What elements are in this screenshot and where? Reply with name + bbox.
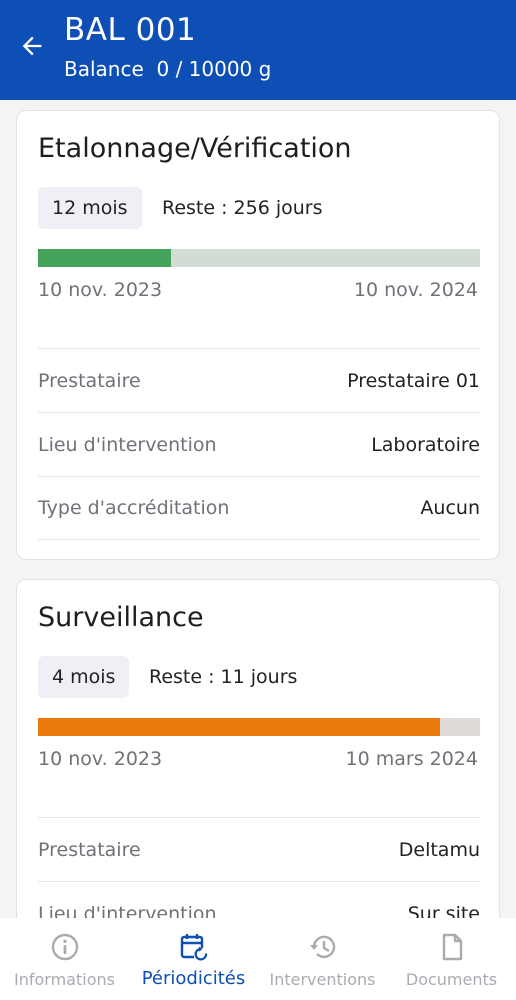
tab-label: Documents	[405, 970, 498, 989]
arrow-left-icon	[22, 36, 42, 56]
row-value: Sur site	[407, 902, 480, 919]
calibration-card: Etalonnage/Vérification 12 mois Reste : …	[16, 110, 500, 560]
document-icon	[442, 933, 462, 961]
calendar-refresh-icon	[180, 934, 209, 962]
row-value: Deltamu	[398, 838, 480, 861]
row-label: Prestataire	[38, 838, 141, 861]
period-chip: 4 mois	[38, 656, 130, 698]
tab-label: Informations	[14, 970, 115, 989]
surveillance-card: Surveillance 4 mois Reste : 11 jours 10 …	[16, 579, 500, 918]
period-chip: 12 mois	[38, 187, 142, 229]
progress-bar	[38, 718, 480, 736]
location-row: Lieu d'intervention Sur site	[38, 881, 480, 918]
card-title: Etalonnage/Vérification	[38, 133, 352, 164]
tab-label: Interventions	[269, 970, 376, 989]
bottom-navigation: Informations Périodicités Interventions …	[0, 918, 516, 1000]
row-label: Prestataire	[38, 369, 141, 392]
location-row: Lieu d'intervention Laboratoire	[38, 412, 480, 476]
tab-interventions[interactable]: Interventions	[258, 918, 387, 1000]
card-title: Surveillance	[38, 602, 204, 633]
history-icon	[309, 935, 335, 959]
accreditation-row: Type d'accréditation Aucun	[38, 476, 480, 540]
start-date: 10 nov. 2023	[38, 279, 163, 301]
provider-row: Prestataire Deltamu	[38, 817, 480, 881]
tab-informations[interactable]: Informations	[0, 918, 129, 1000]
row-value: Laboratoire	[371, 433, 480, 456]
row-label: Lieu d'intervention	[38, 902, 217, 919]
row-value: Aucun	[420, 497, 480, 519]
page-title: BAL 001	[64, 12, 197, 48]
end-date: 10 nov. 2024	[353, 279, 478, 301]
start-date: 10 nov. 2023	[38, 748, 163, 770]
progress-fill	[38, 249, 171, 267]
progress-fill	[38, 718, 441, 736]
page-subtitle: Balance 0 / 10000 g	[64, 57, 272, 81]
tab-periodicites[interactable]: Périodicités	[129, 918, 258, 1000]
remaining-text: Reste : 256 jours	[162, 197, 323, 219]
tab-label: Périodicités	[141, 968, 246, 989]
back-button[interactable]	[14, 28, 50, 64]
app-bar: BAL 001 Balance 0 / 10000 g	[0, 0, 516, 100]
row-label: Type d'accréditation	[38, 497, 230, 519]
end-date: 10 mars 2024	[345, 748, 478, 770]
row-value: Prestataire 01	[347, 369, 480, 392]
provider-row: Prestataire Prestataire 01	[38, 348, 480, 412]
info-icon	[51, 933, 78, 961]
tab-documents[interactable]: Documents	[387, 918, 516, 1000]
remaining-text: Reste : 11 jours	[149, 666, 298, 688]
content-scroll[interactable]: Etalonnage/Vérification 12 mois Reste : …	[0, 100, 516, 918]
row-label: Lieu d'intervention	[38, 433, 217, 456]
progress-bar	[38, 249, 480, 267]
